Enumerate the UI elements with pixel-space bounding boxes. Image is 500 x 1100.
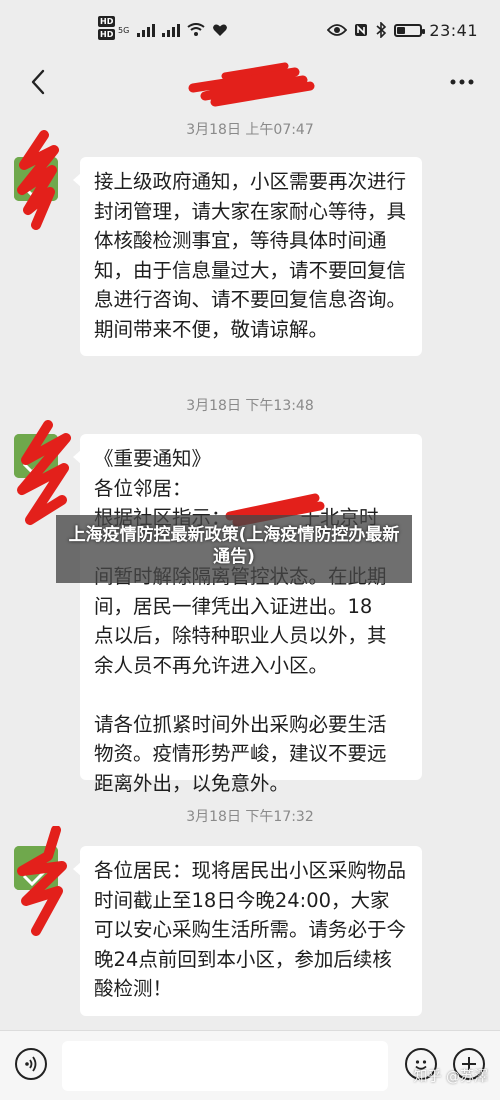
avatar-image bbox=[14, 434, 58, 478]
signal-group: 5G bbox=[118, 23, 228, 37]
hd-badge-2: HD bbox=[98, 29, 116, 40]
wifi-icon bbox=[187, 23, 205, 36]
source-watermark: 知乎 @苏澤 bbox=[413, 1069, 488, 1085]
chat-input-bar bbox=[0, 1030, 500, 1100]
voice-input-button[interactable] bbox=[15, 1048, 47, 1080]
message-bubble[interactable]: 《重要通知》 各位邻居： 根据社区指示：于北京时 间暂时解除隔离管控状态。在此期… bbox=[73, 434, 422, 795]
signal-strength-icon-2 bbox=[162, 23, 181, 37]
message-line: 请各位抓紧时间外出采购必要生活 bbox=[94, 712, 387, 736]
back-button[interactable] bbox=[18, 62, 58, 102]
sender-avatar[interactable] bbox=[14, 434, 58, 478]
message-timestamp: 3月18日 上午07:47 bbox=[186, 122, 314, 138]
chat-header bbox=[0, 60, 500, 104]
eye-icon bbox=[327, 24, 348, 36]
message-line: 各位邻居： bbox=[94, 476, 192, 500]
network-type-label: 5G bbox=[118, 25, 130, 35]
message-line: 物资。疫情形势严峻，建议不要远 bbox=[94, 742, 387, 765]
avatar-image bbox=[14, 157, 58, 201]
article-title-overlay: 上海疫情防控最新政策(上海疫情防控办最新通告) bbox=[56, 515, 412, 583]
sender-avatar[interactable] bbox=[14, 157, 58, 201]
more-icon bbox=[450, 79, 474, 85]
message-line: 《重要通知》 bbox=[94, 447, 212, 470]
status-bar: HD HD 5G 23:41 bbox=[0, 0, 500, 60]
sender-avatar[interactable] bbox=[14, 846, 58, 890]
message-text: 接上级政府通知，小区需要再次进行封闭管理，请大家在家耐心等待，具体核酸检测事宜，… bbox=[94, 170, 407, 341]
signal-strength-icon bbox=[137, 23, 156, 37]
message-timestamp: 3月18日 下午17:32 bbox=[186, 809, 314, 825]
message-bubble[interactable]: 接上级政府通知，小区需要再次进行封闭管理，请大家在家耐心等待，具体核酸检测事宜，… bbox=[73, 157, 422, 356]
bluetooth-icon bbox=[376, 22, 387, 38]
more-options-button[interactable] bbox=[442, 62, 482, 102]
battery-icon bbox=[394, 23, 426, 37]
avatar-image bbox=[14, 846, 58, 890]
clock: 23:41 bbox=[429, 20, 478, 40]
message-bubble[interactable]: 各位居民：现将居民出小区采购物品时间截止至18日今晚24:00，大家可以安心采购… bbox=[73, 846, 422, 1016]
message-line: 间，居民一律凭出入证进出。18 bbox=[94, 594, 373, 618]
hd-badge-1: HD bbox=[98, 16, 116, 27]
message-timestamp: 3月18日 下午13:48 bbox=[186, 398, 314, 414]
message-line: 余人员不再允许进入小区。 bbox=[94, 653, 329, 677]
message-blank-line bbox=[94, 680, 408, 710]
heart-icon bbox=[213, 24, 228, 36]
nfc-icon bbox=[355, 24, 368, 36]
message-line: 点以后，除特种职业人员以外，其 bbox=[94, 624, 387, 647]
chevron-left-icon bbox=[31, 69, 45, 95]
voice-icon bbox=[25, 1056, 37, 1072]
battery-fill bbox=[397, 26, 406, 34]
message-text: 各位居民：现将居民出小区采购物品时间截止至18日今晚24:00，大家可以安心采购… bbox=[94, 859, 407, 1000]
status-right-group: 23:41 bbox=[327, 21, 478, 40]
message-input[interactable] bbox=[62, 1041, 388, 1091]
hd-indicators: HD HD bbox=[98, 16, 116, 40]
message-line: 距离外出，以免意外。 bbox=[94, 771, 290, 795]
